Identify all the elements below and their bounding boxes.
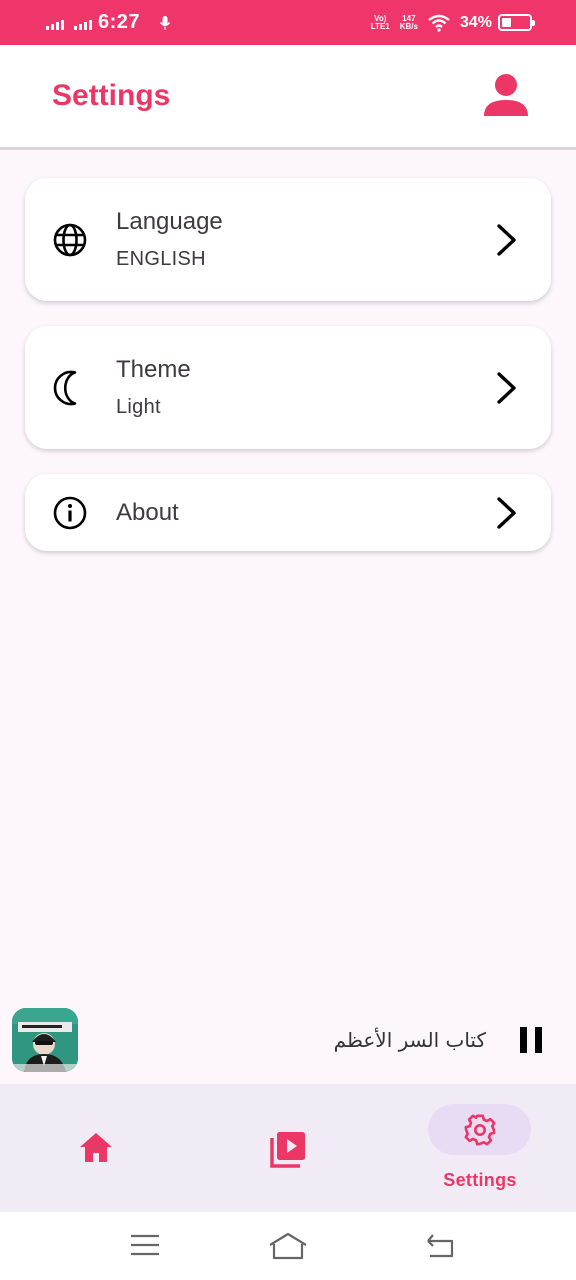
- video-library-icon: [270, 1132, 305, 1168]
- microphone-icon: [159, 15, 171, 29]
- theme-texts: Theme Light: [116, 356, 191, 419]
- wifi-icon: [428, 14, 450, 32]
- home-icon: [80, 1133, 112, 1162]
- language-title: Language: [116, 208, 223, 235]
- status-left: 6:27: [46, 11, 172, 34]
- language-texts: Language ENGLISH: [116, 208, 223, 271]
- profile-icon[interactable]: [482, 72, 530, 120]
- globe-icon: [53, 223, 87, 256]
- bottom-navigation: Settings: [0, 1084, 576, 1212]
- info-icon: [53, 496, 87, 529]
- album-cover: [12, 1008, 78, 1072]
- settings-icon: [464, 1114, 495, 1145]
- language-value: ENGLISH: [116, 248, 206, 270]
- status-bar: 6:27 Vo) LTE1 147 KB/s 34%: [0, 0, 576, 45]
- chevron-right-icon: [497, 371, 516, 404]
- language-setting[interactable]: Language ENGLISH: [25, 178, 551, 301]
- status-time: 6:27: [98, 11, 141, 33]
- network-type: Vo) LTE1: [370, 13, 390, 31]
- active-indicator: [428, 1104, 531, 1155]
- nav-home[interactable]: [72, 1124, 120, 1172]
- signal-2-icon: [74, 16, 92, 30]
- mini-player[interactable]: كتاب السر الأعظم: [0, 1000, 576, 1084]
- nav-settings-label: Settings: [443, 1170, 517, 1190]
- battery-percent: 34%: [459, 13, 492, 31]
- theme-title: Theme: [116, 356, 191, 383]
- back-icon[interactable]: [424, 1232, 456, 1258]
- track-title: كتاب السر الأعظم: [333, 1028, 486, 1052]
- nav-videos[interactable]: [264, 1124, 312, 1172]
- system-navigation-bar: [0, 1212, 576, 1280]
- signal-1-icon: [46, 16, 64, 30]
- theme-value: Light: [116, 396, 161, 418]
- page-title: Settings: [52, 79, 171, 112]
- chevron-right-icon: [497, 223, 516, 256]
- moon-icon: [53, 370, 77, 405]
- theme-setting[interactable]: Theme Light: [25, 326, 551, 449]
- battery-icon: [498, 14, 535, 31]
- menu-icon[interactable]: [130, 1232, 160, 1258]
- about-title: About: [116, 498, 179, 526]
- pause-icon: [520, 1027, 527, 1053]
- about-texts: About: [116, 499, 179, 527]
- nav-settings[interactable]: Settings: [428, 1104, 532, 1194]
- status-right: Vo) LTE1 147 KB/s 34%: [370, 13, 535, 32]
- about-setting[interactable]: About: [25, 474, 551, 551]
- pause-button[interactable]: [520, 1027, 542, 1053]
- chevron-right-icon: [497, 496, 516, 529]
- app-bar: Settings: [0, 45, 576, 150]
- home-nav-icon[interactable]: [268, 1232, 308, 1260]
- battery-fill: [502, 18, 511, 27]
- network-speed: 147 KB/s: [399, 13, 418, 31]
